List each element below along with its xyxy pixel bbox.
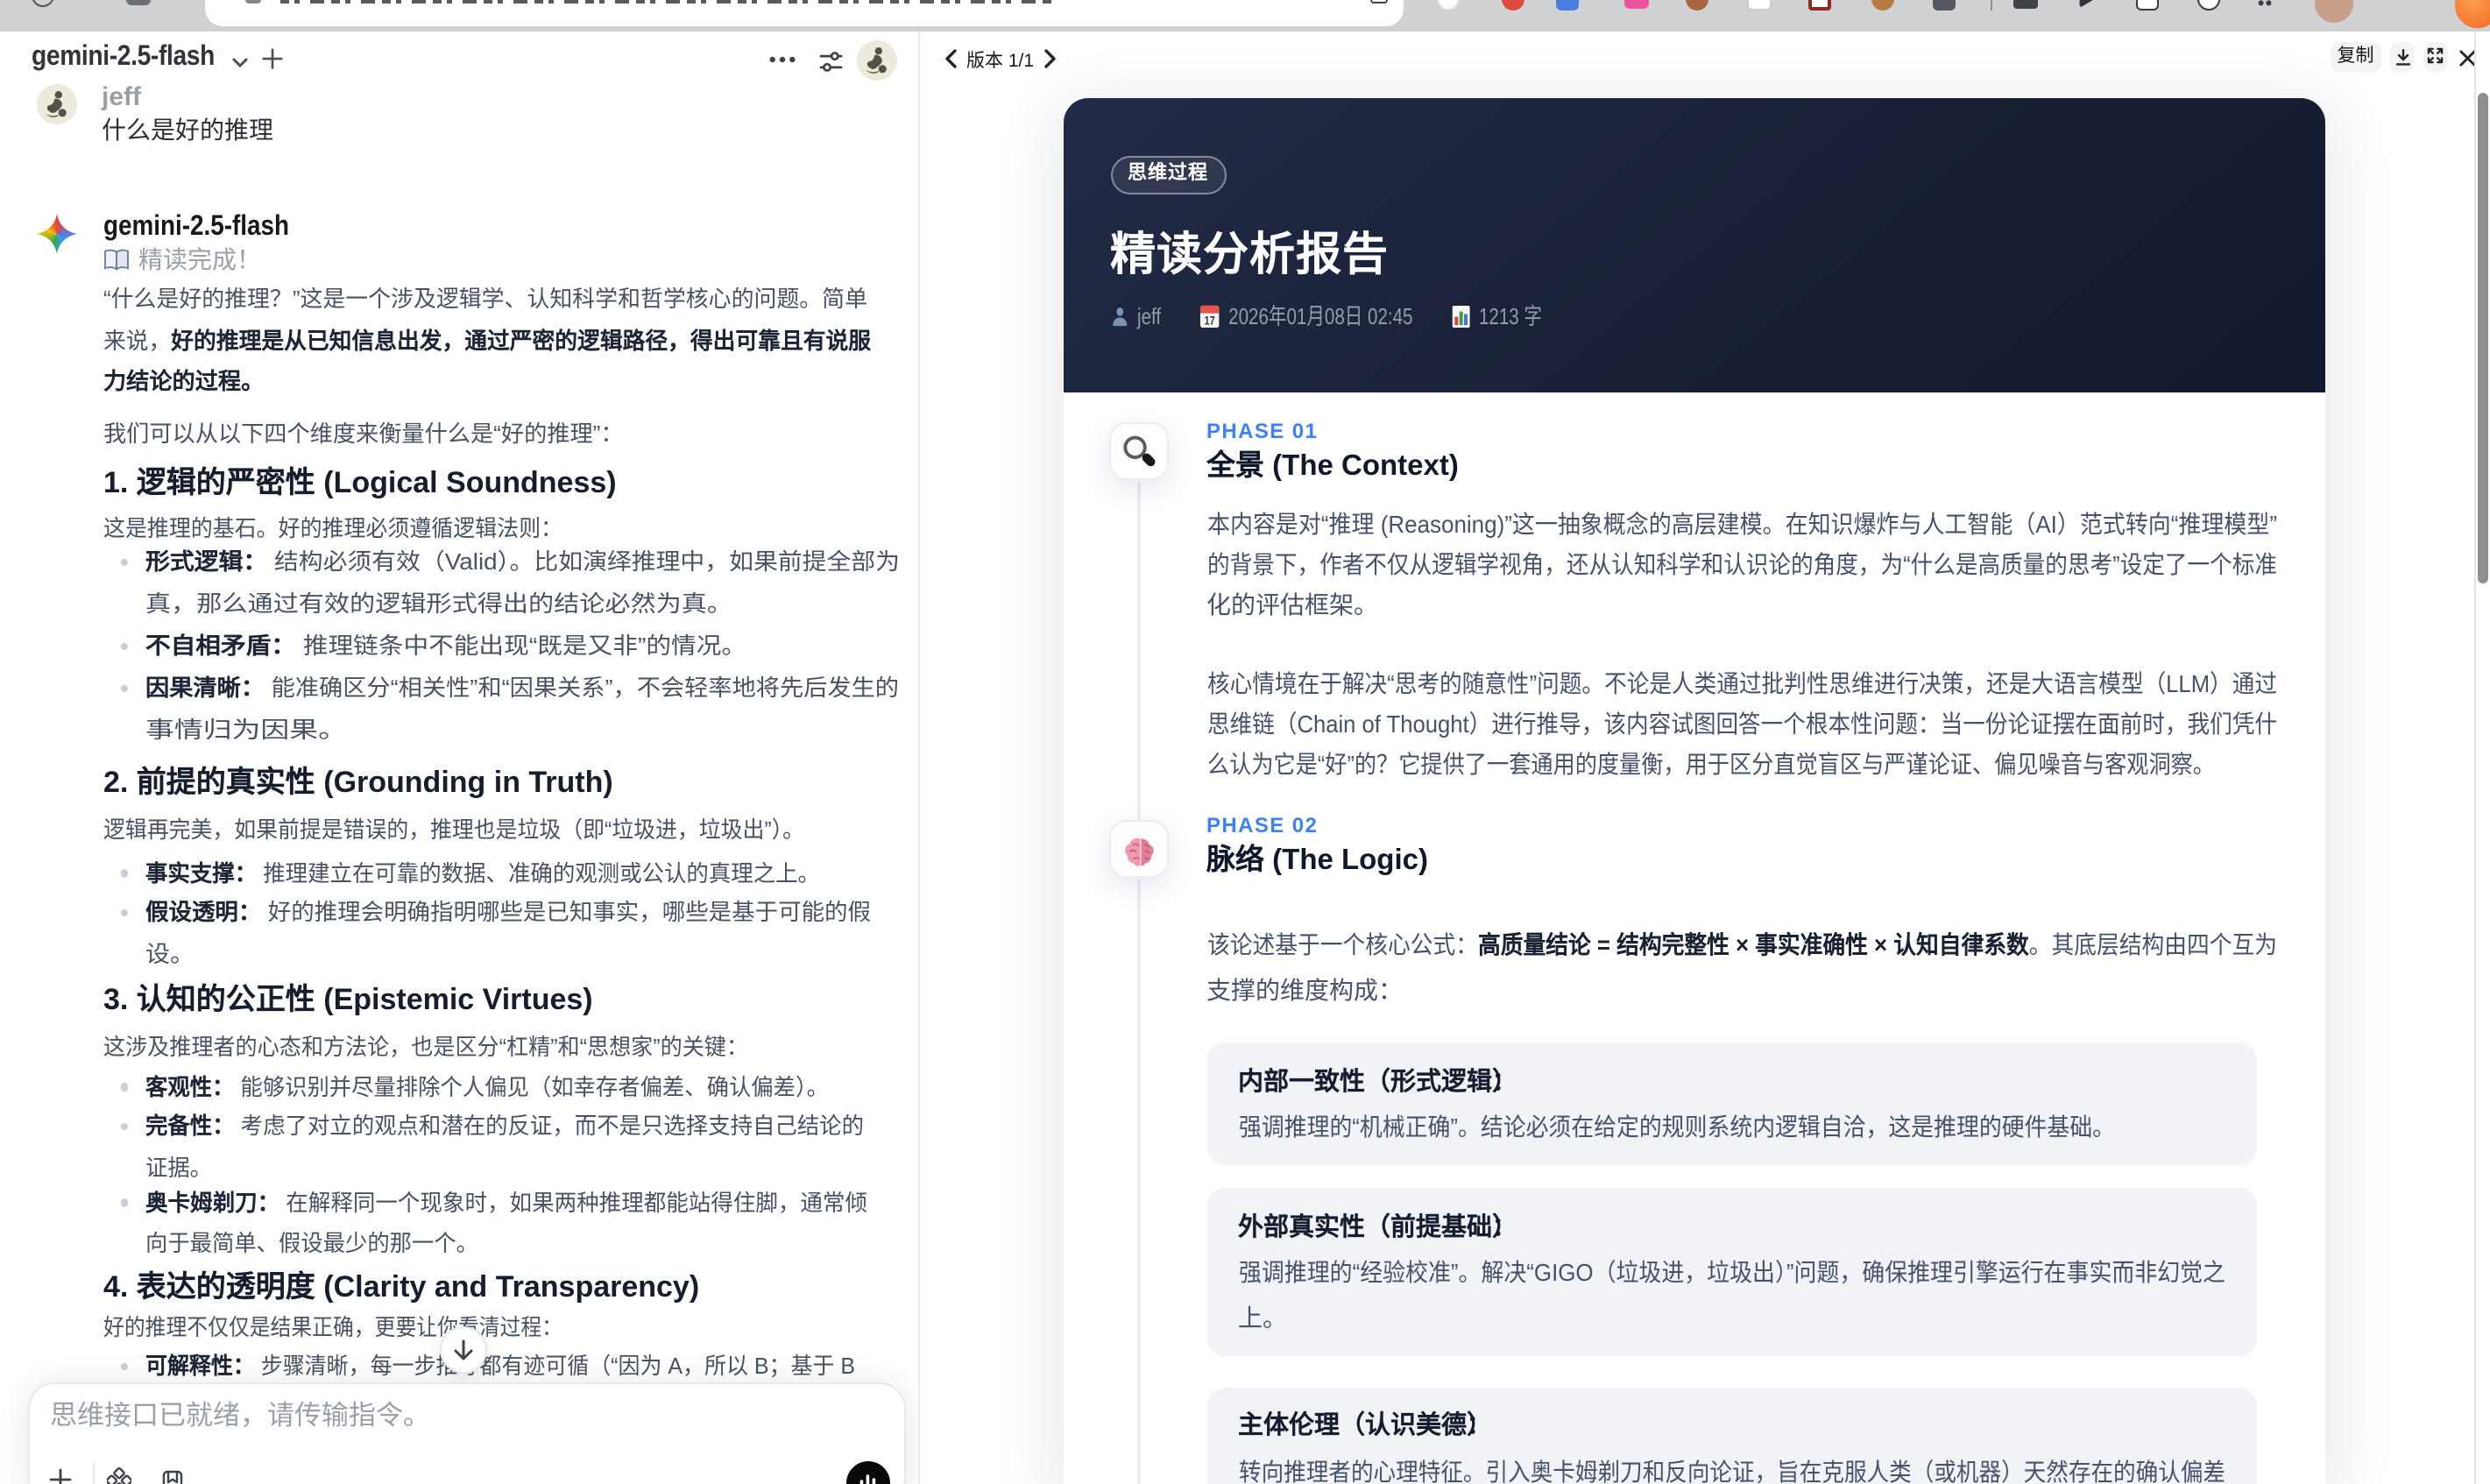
svg-text:17: 17 xyxy=(1204,313,1214,327)
